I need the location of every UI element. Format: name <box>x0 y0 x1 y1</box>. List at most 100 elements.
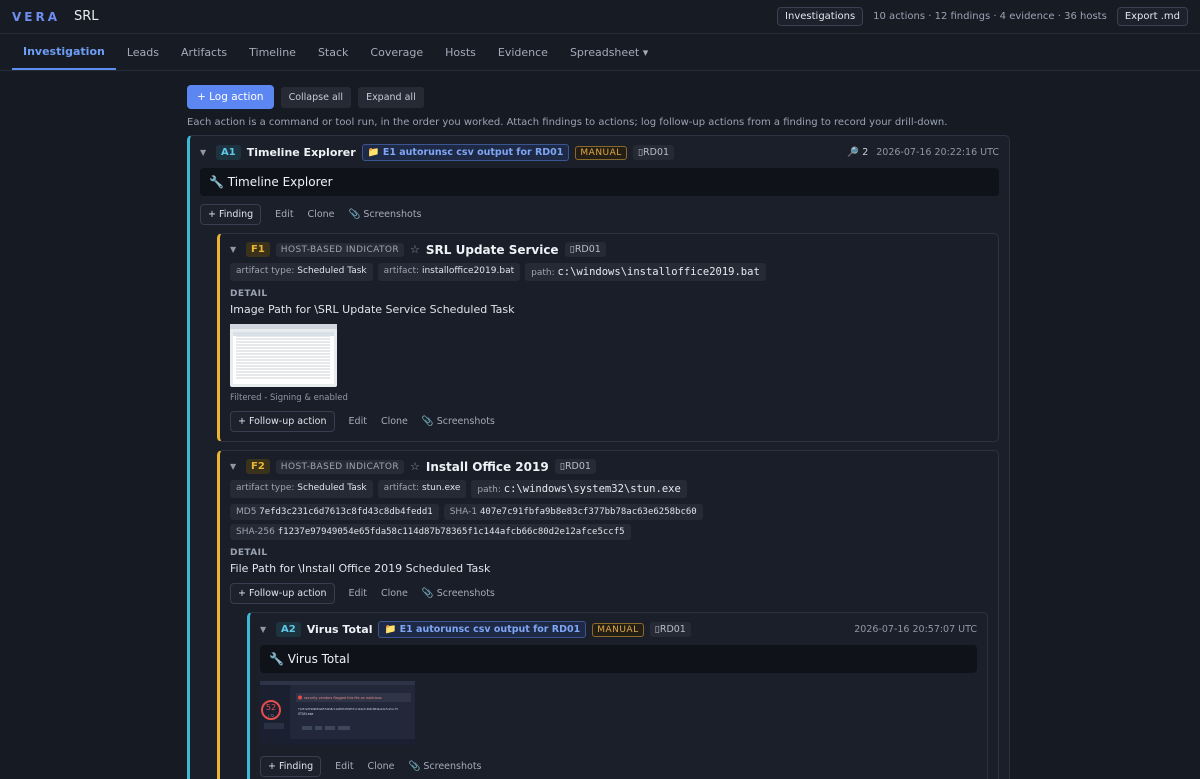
evidence-link[interactable]: 📁 E1 autorunsc csv output for RD01 <box>378 621 587 638</box>
host-label: RD01 <box>564 461 591 472</box>
action-card: ▼ A1 Timeline Explorer 📁 E1 autorunsc cs… <box>187 135 1010 779</box>
finding-header: ▼ F1 HOST-BASED INDICATOR ☆ SRL Update S… <box>230 242 988 257</box>
log-action-button[interactable]: + Log action <box>187 85 274 109</box>
expand-all-button[interactable]: Expand all <box>358 86 424 108</box>
collapse-caret-icon[interactable]: ▼ <box>260 625 270 634</box>
finding-id: F1 <box>246 242 270 257</box>
clone-button[interactable]: Clone <box>308 209 335 220</box>
action-title: Virus Total <box>306 623 373 636</box>
action-meta: 🔎 2 2026-07-16 20:22:16 UTC <box>847 147 999 158</box>
finding-card: ▼ F2 HOST-BASED INDICATOR ☆ Install Offi… <box>217 450 999 779</box>
tab-stack[interactable]: Stack <box>307 34 359 70</box>
tab-coverage[interactable]: Coverage <box>359 34 434 70</box>
screenshots-button[interactable]: 📎 Screenshots <box>422 588 495 599</box>
finding-header: ▼ F2 HOST-BASED INDICATOR ☆ Install Offi… <box>230 459 988 474</box>
path-label: path: <box>531 268 555 278</box>
screenshots-button[interactable]: 📎 Screenshots <box>349 209 422 220</box>
host-chip[interactable]: ▯RD01 <box>632 145 675 160</box>
finding-count-value: 2 <box>862 147 869 158</box>
star-icon[interactable]: ☆ <box>410 243 420 256</box>
tab-hosts[interactable]: Hosts <box>434 34 487 70</box>
host-chip[interactable]: ▯RD01 <box>554 459 596 474</box>
edit-button[interactable]: Edit <box>335 761 353 772</box>
export-button[interactable]: Export .md <box>1116 7 1188 26</box>
collapse-caret-icon[interactable]: ▼ <box>200 148 210 157</box>
finding-count: 🔎 2 <box>847 147 868 158</box>
investigations-button[interactable]: Investigations <box>777 7 864 26</box>
follow-up-action-button[interactable]: + Follow-up action <box>230 411 335 432</box>
magnifier-icon: 🔎 <box>847 147 860 158</box>
finding-detail: Image Path for \SRL Update Service Sched… <box>230 303 515 316</box>
artifact-type-value: Scheduled Task <box>297 266 367 276</box>
host-chip[interactable]: ▯RD01 <box>649 622 691 637</box>
screenshots-label: Screenshots <box>423 761 482 772</box>
edit-button[interactable]: Edit <box>349 416 367 427</box>
sha1-label: SHA-1 <box>449 507 478 517</box>
evidence-link[interactable]: 📁 E1 autorunsc csv output for RD01 <box>361 144 570 161</box>
md5-value: 7efd3c231c6d7613c8fd43c8db4fedd1 <box>259 507 433 517</box>
tab-spreadsheet[interactable]: Spreadsheet ▾ <box>559 34 659 70</box>
paperclip-icon: 📎 <box>348 209 361 220</box>
detail-label: DETAIL <box>230 548 268 558</box>
finding-id: F2 <box>246 459 270 474</box>
artifact-value: stun.exe <box>421 483 461 493</box>
collapse-caret-icon[interactable]: ▼ <box>230 245 240 254</box>
vt-alert: security vendors flagged this file as ma… <box>304 696 382 700</box>
paperclip-icon: 📎 <box>421 588 434 599</box>
finding-kind: HOST-BASED INDICATOR <box>275 242 405 257</box>
screenshots-button[interactable]: 📎 Screenshots <box>409 761 482 772</box>
edit-button[interactable]: Edit <box>275 209 293 220</box>
follow-up-action-button[interactable]: + Follow-up action <box>230 583 335 604</box>
action-id: A1 <box>216 145 241 160</box>
md5-chip: MD5 7efd3c231c6d7613c8fd43c8db4fedd1 <box>230 504 439 520</box>
host-label: RD01 <box>643 147 670 158</box>
add-finding-button[interactable]: + Finding <box>260 756 322 777</box>
action-command: 🔧 Virus Total <box>260 645 977 673</box>
tab-artifacts[interactable]: Artifacts <box>170 34 238 70</box>
clone-button[interactable]: Clone <box>381 588 408 599</box>
sha1-chip: SHA-1 407e7c91fbfa9b8e83cf377bb78ac63e62… <box>443 504 703 520</box>
collapse-caret-icon[interactable]: ▼ <box>230 462 240 471</box>
tab-investigation[interactable]: Investigation <box>12 34 116 70</box>
app-logo[interactable]: VERA <box>12 10 60 24</box>
finding-screenshot[interactable] <box>230 324 988 390</box>
action-timestamp: 2026-07-16 20:57:07 UTC <box>854 624 977 635</box>
finding-attributes: artifact type: Scheduled Task artifact: … <box>230 263 988 281</box>
action-screenshot[interactable]: 52 / 72 security vendors flagged this fi… <box>260 681 977 748</box>
edit-button[interactable]: Edit <box>349 588 367 599</box>
finding-attributes: artifact type: Scheduled Task artifact: … <box>230 480 988 498</box>
sha256-label: SHA-256 <box>236 527 275 537</box>
action-command: 🔧 Timeline Explorer <box>200 168 999 196</box>
action-meta: 2026-07-16 20:57:07 UTC <box>854 624 977 635</box>
mode-badge: MANUAL <box>575 145 627 160</box>
screenshot-thumbnail[interactable] <box>230 324 337 387</box>
tab-timeline[interactable]: Timeline <box>238 34 307 70</box>
vt-score-sub: / 72 <box>268 714 274 718</box>
action-timestamp: 2026-07-16 20:22:16 UTC <box>876 147 999 158</box>
brand: VERA SRL <box>12 9 99 24</box>
screenshots-button[interactable]: 📎 Screenshots <box>422 416 495 427</box>
artifact-type-label: artifact type: <box>236 483 295 493</box>
add-finding-button[interactable]: + Finding <box>200 204 262 225</box>
artifact-type-label: artifact type: <box>236 266 295 276</box>
host-chip[interactable]: ▯RD01 <box>564 242 606 257</box>
vt-score: 52 <box>266 703 276 712</box>
tab-leads[interactable]: Leads <box>116 34 170 70</box>
clone-button[interactable]: Clone <box>381 416 408 427</box>
host-label: RD01 <box>574 244 601 255</box>
star-icon[interactable]: ☆ <box>410 460 420 473</box>
finding-card: ▼ F1 HOST-BASED INDICATOR ☆ SRL Update S… <box>217 233 999 442</box>
artifact-type-value: Scheduled Task <box>297 483 367 493</box>
md5-label: MD5 <box>236 507 257 517</box>
tab-evidence[interactable]: Evidence <box>487 34 559 70</box>
finding-title: Install Office 2019 <box>425 459 549 474</box>
case-stats: 10 actions · 12 findings · 4 evidence · … <box>873 11 1107 22</box>
collapse-all-button[interactable]: Collapse all <box>280 86 352 108</box>
path-label: path: <box>477 485 501 495</box>
top-bar: VERA SRL Investigations 10 actions · 12 … <box>0 0 1200 34</box>
clone-button[interactable]: Clone <box>368 761 395 772</box>
action-title: Timeline Explorer <box>246 146 356 159</box>
path-chip: path: c:\windows\system32\stun.exe <box>471 480 687 498</box>
path-value: c:\windows\system32\stun.exe <box>503 483 681 495</box>
screenshot-thumbnail[interactable]: 52 / 72 security vendors flagged this fi… <box>260 681 415 745</box>
